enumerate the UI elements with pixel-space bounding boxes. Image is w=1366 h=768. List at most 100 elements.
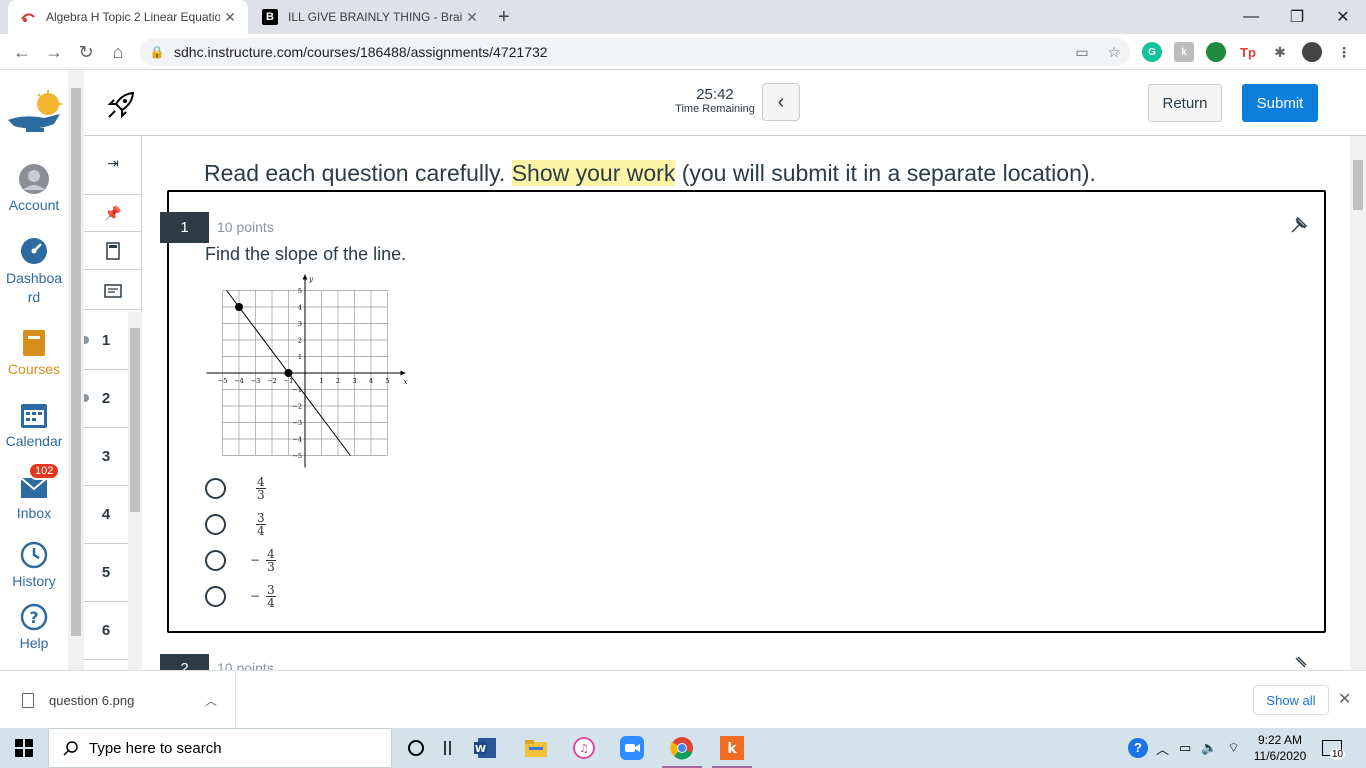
minimize-icon[interactable]: — [1228, 0, 1274, 34]
word-app-icon[interactable]: W [464, 732, 508, 764]
extension-green-icon[interactable] [1206, 42, 1226, 62]
nav-inbox[interactable]: 102 Inbox [0, 462, 68, 521]
grammarly-extension-icon[interactable]: G [1142, 42, 1162, 62]
windows-taskbar: W ♫ k ? ︿ ▭ 🔈 ⌔ 9:22 AM 11/6/2020 10 [0, 728, 1366, 768]
nav-history[interactable]: History [0, 540, 68, 589]
nav-calendar[interactable]: Calendar [0, 400, 68, 449]
x-tick-label: 5 [385, 377, 389, 385]
quiz-timer: 25:42 Time Remaining [670, 86, 760, 115]
cast-icon[interactable]: ▭ [1066, 44, 1098, 61]
taskbar-search[interactable] [48, 728, 392, 768]
x-tick-label: −2 [267, 377, 277, 385]
file-explorer-icon[interactable] [514, 732, 558, 764]
y-tick-label: −2 [292, 403, 302, 411]
close-window-icon[interactable]: ✕ [1320, 0, 1366, 34]
back-icon[interactable]: ← [10, 40, 34, 64]
clock-date: 11/6/2020 [1253, 749, 1307, 763]
close-shelf-icon[interactable]: ✕ [1338, 689, 1351, 709]
history-clock-icon [20, 541, 48, 569]
question-nav-item[interactable]: 2 [84, 370, 128, 428]
nav-dashboard[interactable]: Dashboa rd [0, 236, 68, 307]
chevron-up-icon[interactable]: ︿ [205, 692, 217, 709]
wifi-icon[interactable]: ⌔ [1228, 740, 1240, 756]
chrome-app-icon[interactable] [660, 732, 704, 768]
y-tick-label: 5 [298, 287, 302, 295]
show-hidden-icons-icon[interactable]: ︿ [1156, 739, 1169, 758]
extension-icon[interactable]: k [1174, 42, 1194, 62]
notes-icon[interactable] [84, 272, 142, 310]
answer-radio[interactable] [205, 549, 226, 571]
nav-courses[interactable]: Courses [0, 328, 68, 377]
courses-book-icon [23, 330, 45, 356]
show-all-button[interactable]: Show all [1253, 685, 1329, 715]
battery-icon[interactable]: ▭ [1179, 740, 1191, 756]
answer-fraction: 43 [256, 474, 266, 502]
question-nav-item[interactable]: 5 [84, 544, 128, 602]
question-number-list: 1 2 3 4 5 6 [84, 312, 128, 670]
submit-button[interactable]: Submit [1242, 84, 1318, 122]
action-center-icon[interactable]: 10 [1322, 728, 1357, 768]
question-nav-scrollbar[interactable] [128, 312, 142, 670]
download-item[interactable]: question 6.png ︿ [0, 671, 236, 729]
tab-close-icon[interactable]: ✕ [462, 9, 482, 26]
taskbar-clock[interactable]: 9:22 AM 11/6/2020 [1248, 732, 1312, 764]
answer-radio[interactable] [205, 585, 226, 607]
search-input[interactable] [89, 739, 369, 757]
windows-start-icon[interactable] [0, 728, 48, 768]
answer-option[interactable]: −4 3 [205, 545, 276, 575]
return-button[interactable]: Return [1148, 84, 1222, 122]
collapse-timer-button[interactable]: ‹ [762, 83, 800, 121]
address-bar[interactable]: 🔒 sdhc.instructure.com/courses/186488/as… [140, 38, 1130, 66]
question-nav-item[interactable]: 1 [84, 312, 128, 370]
nav-label: Calendar [5, 433, 63, 449]
answer-option[interactable]: −3 4 [205, 581, 276, 611]
x-axis-arrow [400, 370, 406, 376]
tab-algebra[interactable]: Algebra H Topic 2 Linear Equatio ✕ [8, 0, 248, 34]
answer-option[interactable]: 34 [205, 509, 266, 539]
tab-close-icon[interactable]: ✕ [220, 9, 240, 26]
home-icon[interactable]: ⌂ [106, 40, 130, 64]
svg-text:W: W [475, 744, 486, 755]
x-tick-label: −3 [251, 377, 261, 385]
extension-tp-icon[interactable]: Tp [1238, 42, 1258, 62]
forward-icon[interactable]: → [42, 40, 66, 64]
volume-icon[interactable]: 🔈 [1201, 740, 1217, 756]
flag-question-pin-icon[interactable] [1290, 656, 1308, 670]
browser-menu-icon[interactable]: ⋮ [1334, 42, 1354, 62]
answer-radio[interactable] [205, 477, 226, 499]
reload-icon[interactable]: ↻ [74, 40, 98, 64]
nav-scrollbar[interactable] [68, 70, 84, 670]
answer-option[interactable]: 43 [205, 473, 266, 503]
y-tick-label: −4 [292, 436, 302, 444]
district-logo[interactable] [4, 90, 66, 138]
coordinate-graph: xy−5 −4 −3 −2 −1 1 2 3 4 554321−1−2−3−4−5 [206, 274, 408, 468]
help-tray-icon[interactable]: ? [1128, 738, 1148, 758]
restore-icon[interactable]: ❐ [1274, 0, 1320, 34]
content-scrollbar[interactable] [1350, 136, 1366, 670]
nav-label: Dashboa rd [6, 270, 63, 305]
expand-nav-icon[interactable]: ⇥ [84, 144, 142, 182]
question-nav-item[interactable]: 3 [84, 428, 128, 486]
itunes-icon[interactable]: ♫ [562, 732, 606, 764]
answer-radio[interactable] [205, 513, 226, 535]
bookmark-star-icon[interactable]: ☆ [1098, 44, 1130, 61]
extensions-puzzle-icon[interactable]: ✱ [1270, 42, 1290, 62]
question-nav-item[interactable]: 6 [84, 602, 128, 660]
y-tick-label: 2 [298, 337, 302, 345]
browser-tab-bar: Algebra H Topic 2 Linear Equatio ✕ B ILL… [0, 0, 1366, 34]
notification-count: 10 [1330, 748, 1346, 760]
profile-avatar[interactable] [1302, 42, 1322, 62]
tab-brainly[interactable]: B ILL GIVE BRAINLY THING - Brainly ✕ [250, 0, 490, 34]
app-k-icon[interactable]: k [710, 732, 754, 768]
nav-label: History [12, 573, 56, 589]
new-tab-icon[interactable]: + [498, 6, 510, 29]
nav-account[interactable]: Account [0, 164, 68, 213]
zoom-app-icon[interactable] [610, 732, 654, 764]
flag-question-pin-icon[interactable] [1288, 216, 1308, 236]
calculator-icon[interactable] [84, 232, 142, 270]
pin-tool-icon[interactable]: 📌 [84, 194, 142, 232]
download-shelf: question 6.png ︿ Show all ✕ [0, 670, 1366, 729]
question-nav-item[interactable]: 4 [84, 486, 128, 544]
graph-point [284, 369, 293, 377]
nav-help[interactable]: ? Help [0, 602, 68, 651]
